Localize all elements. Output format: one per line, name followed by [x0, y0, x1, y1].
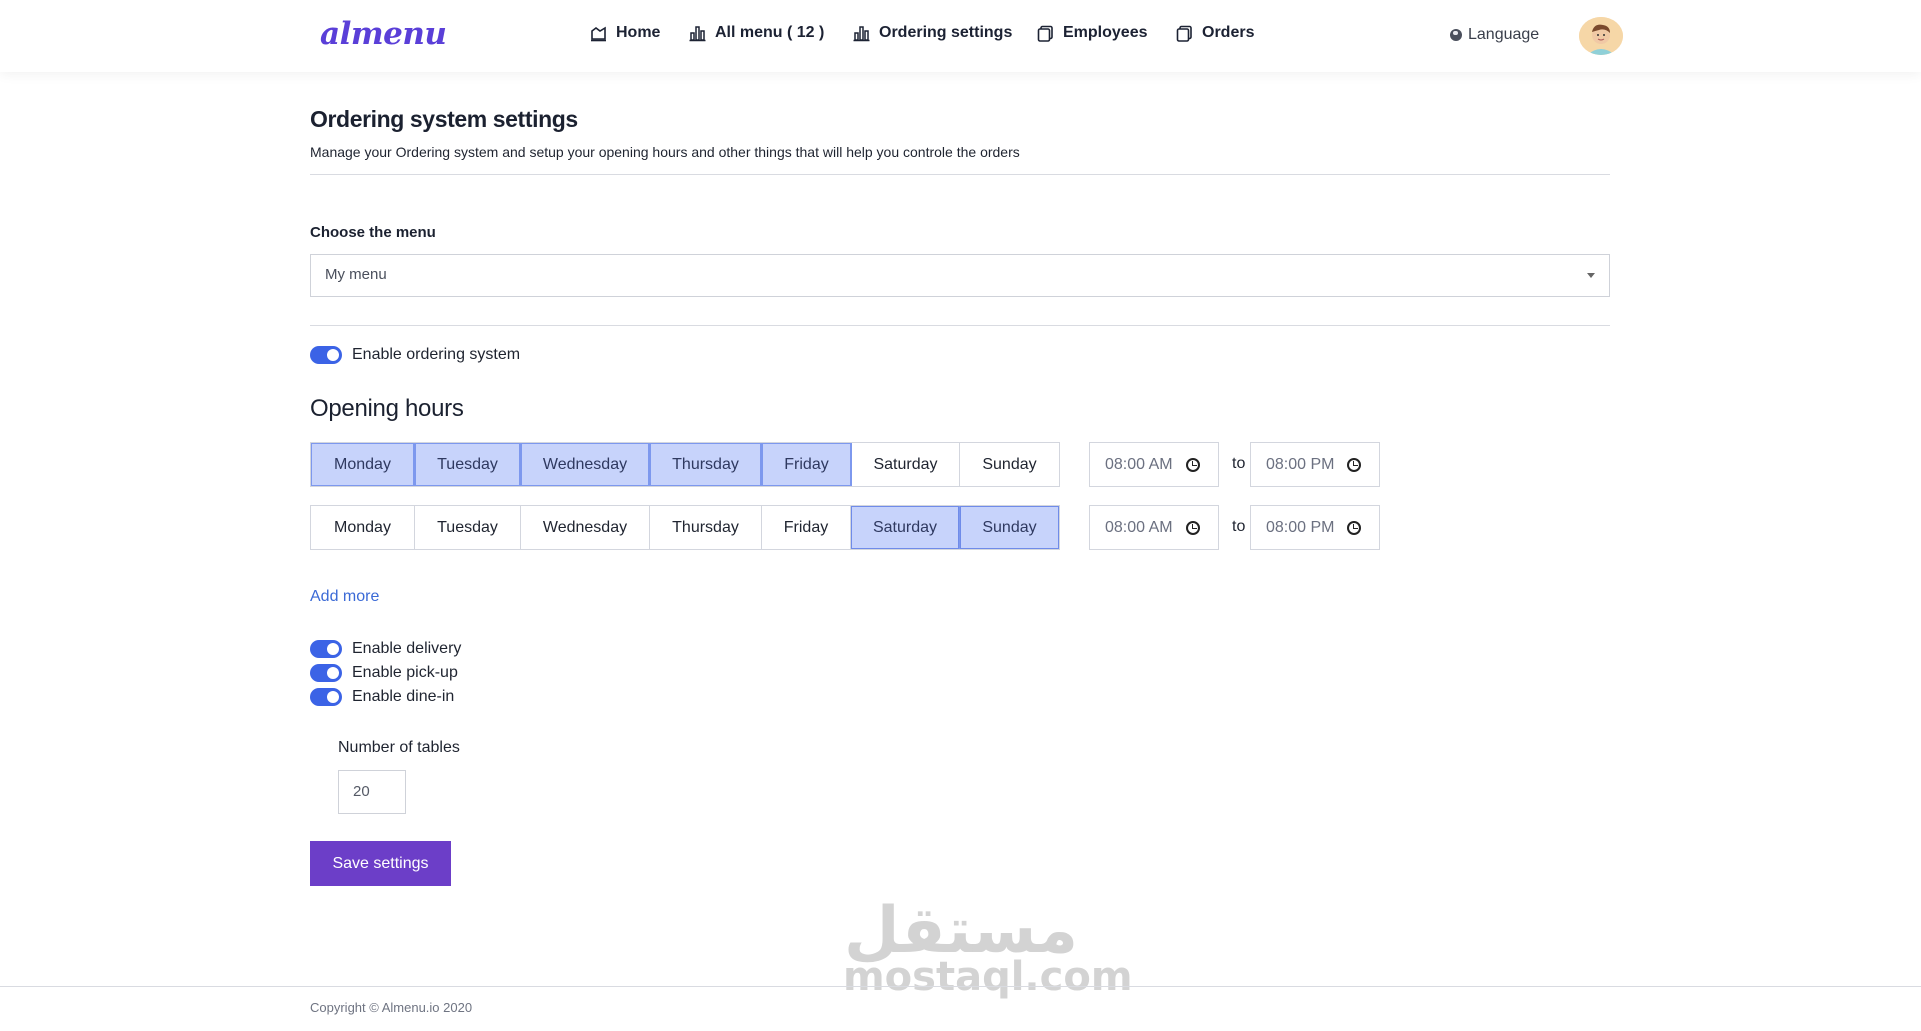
time-value: 08:00 PM [1266, 455, 1335, 473]
day-button-monday[interactable]: Monday [311, 443, 415, 486]
day-button-thursday[interactable]: Thursday [650, 506, 762, 549]
nav-label: Orders [1202, 24, 1255, 41]
day-button-friday[interactable]: Friday [762, 443, 852, 486]
user-avatar-icon [1579, 17, 1623, 55]
day-button-tuesday[interactable]: Tuesday [415, 443, 521, 486]
watermark-arabic: مستقل [843, 894, 1079, 968]
enable-pickup-toggle[interactable]: Enable pick-up [310, 664, 458, 682]
clock-icon[interactable] [1186, 521, 1200, 535]
bar-chart-icon [689, 25, 706, 41]
day-button-friday[interactable]: Friday [762, 506, 851, 549]
nav-item-ordering-settings[interactable]: Ordering settings [853, 24, 1012, 42]
menu-select-value: My menu [325, 266, 387, 283]
mostaql-watermark: مستقل mostaql.com [843, 894, 1133, 1000]
toggle-label: Enable dine-in [352, 688, 455, 705]
caret-down-icon [1587, 273, 1595, 278]
divider [310, 174, 1610, 175]
language-switcher[interactable]: Language [1450, 26, 1539, 44]
day-button-sunday[interactable]: Sunday [960, 443, 1059, 486]
toggle-label: Enable delivery [352, 640, 462, 657]
nav-label: All menu ( 12 ) [715, 24, 825, 41]
nav-label: Home [616, 24, 661, 41]
enable-dinein-toggle[interactable]: Enable dine-in [310, 688, 454, 706]
nav-item-orders[interactable]: Orders [1176, 24, 1254, 42]
to-label: to [1232, 455, 1246, 472]
toggle-switch[interactable] [310, 346, 342, 364]
page-subtitle: Manage your Ordering system and setup yo… [310, 144, 1020, 160]
nav-item-employees[interactable]: Employees [1037, 24, 1147, 42]
nav-item-home[interactable]: Home [590, 24, 660, 42]
nav-label: Ordering settings [879, 24, 1013, 41]
menu-select[interactable]: My menu [310, 254, 1610, 297]
save-settings-button[interactable]: Save settings [310, 841, 451, 886]
opening-time-to-1[interactable]: 08:00 PM [1250, 442, 1380, 487]
watermark-latin: mostaql.com [843, 954, 1133, 1000]
choose-menu-label: Choose the menu [310, 224, 436, 241]
home-chart-icon [591, 26, 606, 41]
toggle-switch[interactable] [310, 664, 342, 682]
enable-ordering-toggle[interactable]: Enable ordering system [310, 346, 520, 364]
opening-hours-title: Opening hours [310, 395, 464, 422]
add-more-link[interactable]: Add more [310, 588, 379, 606]
day-button-wednesday[interactable]: Wednesday [521, 506, 650, 549]
clock-icon[interactable] [1186, 458, 1200, 472]
day-selector-row-2: Monday Tuesday Wednesday Thursday Friday… [310, 505, 1060, 550]
bar-chart-icon [853, 25, 870, 41]
opening-time-from-1[interactable]: 08:00 AM [1089, 442, 1219, 487]
top-navigation-bar: almenu Home All menu ( 12 ) Ordering set… [0, 0, 1921, 72]
time-value: 08:00 AM [1105, 518, 1173, 536]
nav-label: Employees [1063, 24, 1148, 41]
day-button-wednesday[interactable]: Wednesday [521, 443, 650, 486]
globe-icon [1450, 29, 1462, 41]
day-button-tuesday[interactable]: Tuesday [415, 506, 521, 549]
time-value: 08:00 AM [1105, 455, 1173, 473]
opening-time-to-2[interactable]: 08:00 PM [1250, 505, 1380, 550]
to-label: to [1232, 518, 1246, 535]
day-button-sunday[interactable]: Sunday [960, 506, 1059, 549]
toggle-switch[interactable] [310, 640, 342, 658]
enable-delivery-toggle[interactable]: Enable delivery [310, 640, 461, 658]
page-title: Ordering system settings [310, 106, 578, 132]
copyright-text: Copyright © Almenu.io 2020 [310, 1000, 473, 1015]
toggle-label: Enable ordering system [352, 346, 521, 363]
day-selector-row-1: Monday Tuesday Wednesday Thursday Friday… [310, 442, 1060, 487]
copy-icon [1037, 25, 1053, 42]
copy-icon [1176, 25, 1192, 42]
language-label: Language [1468, 26, 1540, 43]
footer-divider [0, 986, 1921, 987]
clock-icon[interactable] [1347, 521, 1361, 535]
number-of-tables-input[interactable]: 20 [338, 770, 406, 814]
toggle-switch[interactable] [310, 688, 342, 706]
number-of-tables-label: Number of tables [338, 739, 460, 756]
avatar[interactable] [1579, 17, 1623, 55]
day-button-saturday[interactable]: Saturday [852, 443, 960, 486]
divider [310, 325, 1610, 326]
nav-item-all-menu[interactable]: All menu ( 12 ) [689, 24, 824, 42]
day-button-thursday[interactable]: Thursday [650, 443, 762, 486]
time-value: 08:00 PM [1266, 518, 1335, 536]
clock-icon[interactable] [1347, 458, 1361, 472]
day-button-monday[interactable]: Monday [311, 506, 415, 549]
day-button-saturday[interactable]: Saturday [851, 506, 960, 549]
toggle-label: Enable pick-up [352, 664, 458, 681]
opening-time-from-2[interactable]: 08:00 AM [1089, 505, 1219, 550]
almenu-logo[interactable]: almenu [320, 16, 447, 52]
